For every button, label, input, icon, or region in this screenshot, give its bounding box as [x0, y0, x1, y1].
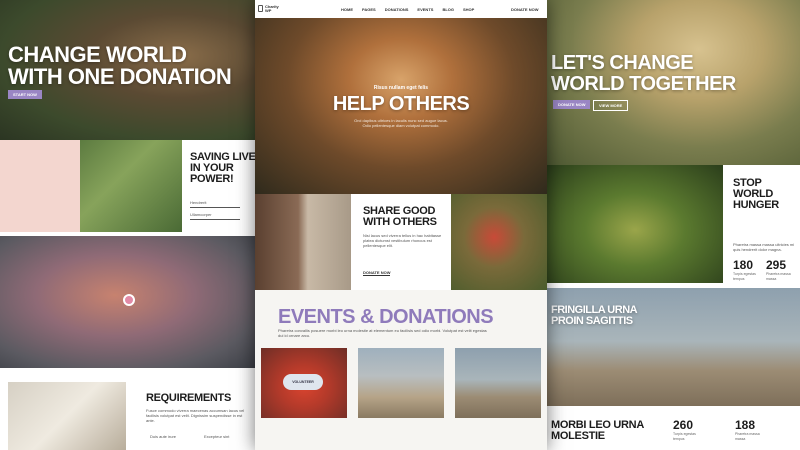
- nav-item-pages[interactable]: PAGES: [362, 7, 376, 12]
- field-underline-2: [190, 219, 240, 220]
- start-now-button[interactable]: START NOW: [8, 90, 42, 99]
- women-photo: [255, 194, 351, 290]
- carousel-dot-icon[interactable]: [123, 294, 135, 306]
- nav-item-events[interactable]: EVENTS: [417, 7, 433, 12]
- share-donate-link[interactable]: DONATE NOW: [363, 270, 391, 276]
- nav-links: HOME PAGES DONATIONS EVENTS BLOG SHOP: [341, 7, 474, 12]
- stat-1-label: Turpis egestas tempus: [733, 272, 756, 281]
- bullet-item-2: Excepteur sint: [204, 434, 230, 439]
- view-more-button[interactable]: VIEW MORE: [593, 100, 629, 111]
- events-text: Pharetra convallis posuere morbi leo urn…: [278, 328, 487, 338]
- tomato-photo: [547, 165, 723, 283]
- requirements-title: REQUIREMENTS: [146, 392, 232, 404]
- hero-eyebrow: Risus nullam eget felis: [373, 85, 429, 91]
- event-card-group-photo[interactable]: [358, 348, 444, 418]
- stat-2-label: Pharetra massa massa: [766, 272, 791, 281]
- nav-item-shop[interactable]: SHOP: [463, 7, 474, 12]
- share-text: Nisi lacus sed viverra tellus in hac hab…: [363, 233, 442, 248]
- right-donate-button[interactable]: DONATE NOW: [553, 100, 591, 109]
- stat-2-number: 295: [766, 258, 787, 272]
- event-card-volunteer-photo[interactable]: VOLUNTEER: [261, 348, 347, 418]
- bullet-item-1: Duis aute irure: [150, 434, 177, 439]
- field-underline-1: [190, 207, 240, 208]
- hero-text: Orci dapibus ultrices in iaculis nunc se…: [354, 118, 448, 128]
- volunteer-badge: VOLUNTEER: [283, 374, 323, 390]
- apple-tree-photo: [451, 194, 547, 290]
- share-good-title: SHARE GOOD WITH OTHERS: [363, 205, 437, 228]
- stat-3-number: 260: [673, 418, 694, 432]
- template-preview-left: CHANGE WORLD WITH ONE DONATION START NOW…: [0, 0, 255, 450]
- left-hero-title: CHANGE WORLD WITH ONE DONATION: [8, 42, 232, 89]
- top-navigation: Charity WP HOME PAGES DONATIONS EVENTS B…: [255, 0, 547, 18]
- right-hero-title: LET'S CHANGE WORLD TOGETHER: [551, 52, 736, 95]
- nav-donate-button[interactable]: DONATE NOW: [511, 7, 538, 12]
- morbi-title: MORBI LEO URNA MOLESTIE: [551, 419, 644, 442]
- template-preview-right: LET'S CHANGE WORLD TOGETHER DONATE NOW V…: [547, 0, 800, 450]
- saving-lives-title: SAVING LIVE IN YOUR POWER!: [190, 151, 255, 185]
- fringilla-title: FRINGILLA URNA PROIN SAGITTIS: [551, 304, 638, 327]
- nav-item-home[interactable]: HOME: [341, 7, 353, 12]
- events-title: EVENTS & DONATIONS: [278, 306, 494, 328]
- notebook-photo: [8, 382, 126, 450]
- stat-1-number: 180: [733, 258, 754, 272]
- site-logo[interactable]: Charity WP: [265, 5, 279, 13]
- stat-4-number: 188: [735, 418, 756, 432]
- template-preview-center: Charity WP HOME PAGES DONATIONS EVENTS B…: [255, 0, 547, 450]
- logo-line-2: WP: [265, 8, 272, 13]
- center-hero-title: HELP OTHERS: [332, 93, 470, 115]
- nav-item-blog[interactable]: BLOG: [442, 7, 454, 12]
- stat-3-label: Turpis egestas tempus: [673, 432, 696, 441]
- stop-hunger-title: STOP WORLD HUNGER: [733, 177, 779, 211]
- field-label-1: Hendrerit: [190, 200, 207, 205]
- requirements-text: Fusce commodo viverra maecenas accumsan …: [146, 408, 245, 423]
- heart-tile: [0, 140, 80, 345]
- nav-item-donations[interactable]: DONATIONS: [385, 7, 409, 12]
- event-card-beach-photo[interactable]: [455, 348, 541, 418]
- family-group-photo: [80, 140, 182, 232]
- stat-4-label: Pharetra massa massa: [735, 432, 760, 441]
- logo-icon: [258, 5, 263, 12]
- hunger-text: Pharetra massa massa ultricies mi quis h…: [733, 242, 795, 252]
- field-label-2: Ullamcorper: [190, 212, 212, 217]
